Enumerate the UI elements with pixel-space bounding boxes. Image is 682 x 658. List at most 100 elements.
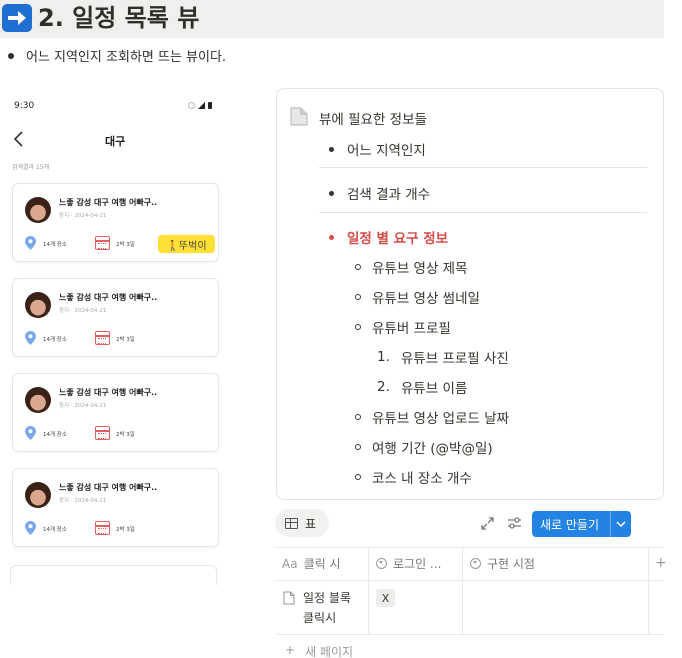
wifi-icon [188,102,195,109]
table-column-divider [462,547,463,635]
location-pin-icon [25,426,36,440]
trip-days: 2박 3일 [116,242,135,248]
info-item-label: 여행 기간 (@박@일) [372,441,493,457]
bullet-circle [355,474,361,480]
item-number: 1. [377,349,390,365]
result-count: 검색결과 15개 [12,164,50,171]
walking-tag: 🚶뚜벅이 [158,235,215,253]
row-title[interactable]: 일정 블록 클릭시 [303,588,363,628]
column-header-label: 로그인 ... [393,557,442,571]
bullet-dot [8,52,14,59]
table-icon [285,517,298,529]
info-item-label: 일정 별 요구 정보 [347,231,449,247]
battery-icon [208,102,212,109]
info-item-label: 유튜브 영상 업로드 날짜 [372,411,510,427]
bullet-circle [355,264,361,270]
info-subitem: 유튜브 영상 썸네일 [355,287,480,307]
card-title: 느좋 감성 대구 여행 어빠구.. [59,483,158,492]
column-header-click[interactable]: Aa 클릭 시 [282,555,341,572]
back-chevron-icon[interactable] [12,131,26,147]
page-icon [283,591,295,605]
add-column-icon[interactable]: + [655,555,667,571]
description-text: 어느 지역인지 조회하면 뜨는 뷰이다. [26,50,227,65]
bullet-circle [355,294,361,300]
new-page-label: 새 페이지 [305,645,354,658]
table-row-border [276,634,664,635]
info-numbered-item: 1. 유튜브 프로필 사진 [377,347,509,367]
info-item: 어느 지역인지 [329,139,426,159]
avatar [25,292,51,318]
description-bullet: 어느 지역인지 조회하면 뜨는 뷰이다. [8,46,226,65]
schedule-card[interactable]: 느좋 감성 대구 여행 어빠구.. 등지 · 2024-04-21 14개 장소… [12,278,219,357]
schedule-card[interactable]: 느좋 감성 대구 여행 어빠구.. 등지 · 2024-04-21 14개 장소… [12,183,219,262]
info-callout: 뷰에 필요한 정보들 어느 지역인지 검색 결과 개수 일정 별 요구 정보 유… [276,88,664,500]
text-type-icon: Aa [282,556,298,571]
signal-icon [198,102,205,109]
calendar-icon [95,426,110,440]
view-tab-label: 표 [305,516,317,531]
location-pin-icon [25,236,36,250]
status-icons [188,102,212,109]
new-button-label: 새로 만들기 [540,517,600,532]
place-count: 14개 장소 [43,527,67,533]
schedule-card-partial[interactable] [10,565,217,585]
info-item-label: 검색 결과 개수 [347,187,431,203]
avatar [25,387,51,413]
trip-days: 2박 3일 [116,527,135,533]
select-type-icon [470,558,481,569]
column-header-login[interactable]: 로그인 ... [376,555,441,572]
table-view-tab[interactable]: 표 [275,509,329,537]
column-header-timing[interactable]: 구현 시점 [470,555,535,572]
info-item-label: 유튜브 프로필 사진 [400,351,509,367]
info-item: 검색 결과 개수 [329,183,430,203]
status-time: 9:30 [14,101,35,111]
schedule-card[interactable]: 느좋 감성 대구 여행 어빠구.. 등지 · 2024-04-21 14개 장소… [12,373,219,452]
place-count: 14개 장소 [43,242,67,248]
info-item-label: 유튜버 프로필 [372,321,451,337]
card-date: 등지 · 2024-04-21 [59,403,107,409]
table-top-border [276,547,664,548]
divider [319,212,647,213]
card-title: 느좋 감성 대구 여행 어빠구.. [59,198,158,207]
plus-icon: + [285,643,296,657]
info-item-label: 유튜브 영상 썸네일 [372,291,480,307]
location-pin-icon [25,521,36,535]
calendar-icon [95,521,110,535]
right-arrow-icon [2,4,32,32]
settings-sliders-icon[interactable] [507,516,522,530]
divider [319,167,647,168]
avatar [25,482,51,508]
info-item-label: 유튜브 영상 제목 [372,261,468,277]
info-subitem: 여행 기간 (@박@일) [355,437,493,457]
trip-days: 2박 3일 [116,337,135,343]
new-page-button[interactable]: + 새 페이지 [285,643,353,658]
callout-title: 뷰에 필요한 정보들 [319,112,427,128]
table-header-border [276,580,664,581]
bullet-dot [329,234,334,240]
new-button[interactable]: 새로 만들기 [532,511,631,537]
calendar-icon [95,331,110,345]
trip-days: 2박 3일 [116,432,135,438]
item-number: 2. [377,379,390,395]
bullet-circle [355,324,361,330]
info-item-label: 코스 내 장소 개수 [372,471,472,487]
column-header-label: 구현 시점 [487,557,535,571]
expand-icon[interactable] [481,517,494,530]
info-subitem: 유튜브 영상 제목 [355,257,468,277]
select-type-icon [376,558,387,569]
schedule-card[interactable]: 느좋 감성 대구 여행 어빠구.. 등지 · 2024-04-21 14개 장소… [12,468,219,547]
bullet-circle [355,414,361,420]
phone-mockup: 9:30 대구 검색결과 15개 느좋 감성 대구 여행 어빠구.. 등지 · … [0,95,240,585]
place-count: 14개 장소 [43,432,67,438]
info-subitem: 코스 내 장소 개수 [355,467,472,487]
info-item-label: 어느 지역인지 [347,143,426,159]
info-numbered-item: 2. 유튜브 이름 [377,377,467,397]
card-title: 느좋 감성 대구 여행 어빠구.. [59,388,158,397]
table-column-divider [368,547,369,635]
location-pin-icon [25,331,36,345]
chevron-down-icon[interactable] [611,511,631,537]
login-tag[interactable]: X [376,589,395,607]
info-item-label: 유튜브 이름 [400,381,468,397]
bullet-dot [329,190,334,196]
page-title: 2. 일정 목록 뷰 [38,4,200,32]
